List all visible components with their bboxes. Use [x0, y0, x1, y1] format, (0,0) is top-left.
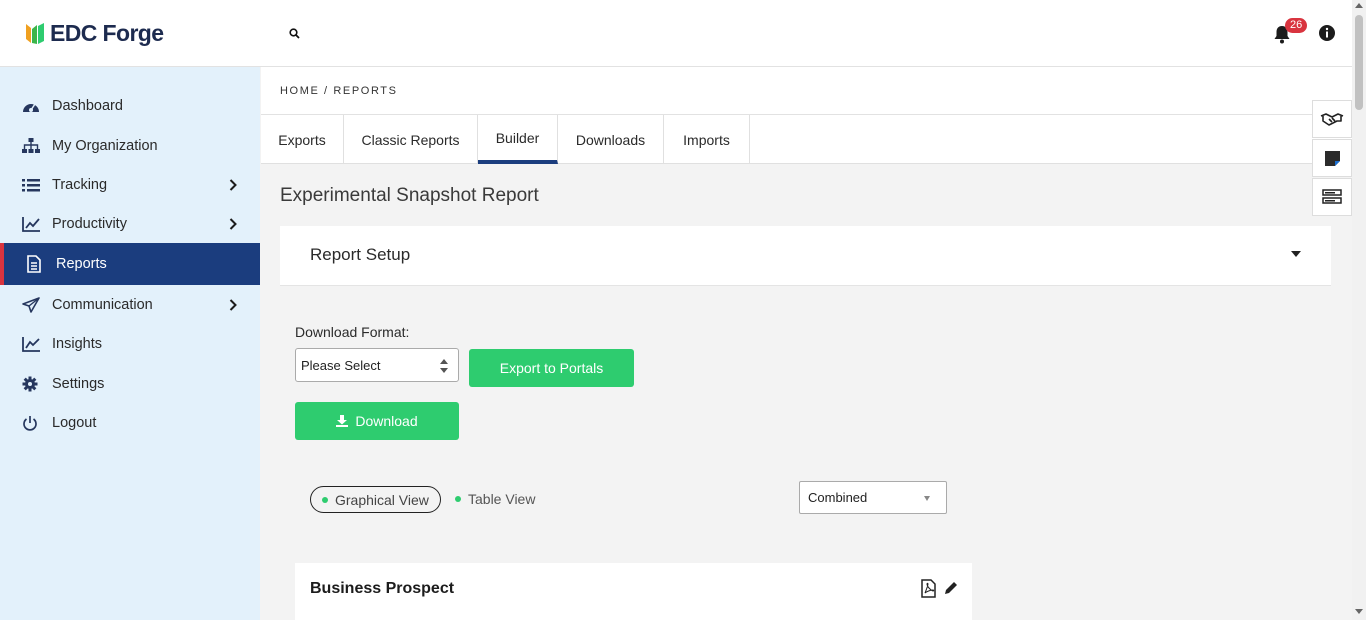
sidebar-item-dashboard[interactable]: Dashboard — [0, 86, 260, 126]
tab-classic-reports[interactable]: Classic Reports — [344, 115, 478, 164]
sort-arrows-icon — [440, 359, 448, 376]
document-icon — [26, 255, 44, 273]
export-to-portals-button[interactable]: Export to Portals — [469, 349, 634, 387]
dropdown-arrow-icon — [924, 496, 930, 501]
breadcrumb-bar: HOME / REPORTS — [261, 67, 1352, 115]
notification-count-badge: 26 — [1285, 18, 1308, 33]
status-dot — [455, 496, 461, 502]
combined-select-value: Combined — [808, 490, 868, 505]
card-title: Business Prospect — [310, 580, 455, 597]
download-format-value: Please Select — [301, 357, 381, 373]
business-prospect-card: Business Prospect — [295, 563, 972, 620]
download-format-label: Download Format: — [295, 324, 410, 340]
graphical-view-label: Graphical View — [335, 491, 429, 508]
table-view-toggle[interactable]: Table View — [455, 491, 535, 507]
list-icon — [22, 177, 40, 193]
paper-plane-icon — [22, 297, 40, 313]
page-scrollbar[interactable] — [1352, 0, 1366, 620]
chevron-right-icon — [229, 218, 237, 234]
table-view-label: Table View — [468, 491, 536, 507]
sidebar-item-label: Tracking — [52, 177, 108, 193]
gear-icon — [22, 376, 40, 392]
scroll-up-arrow-icon[interactable] — [1355, 3, 1363, 8]
sidebar-item-my-organization[interactable]: My Organization — [0, 126, 260, 166]
dashboard-icon — [22, 98, 40, 114]
server-button[interactable] — [1312, 178, 1352, 216]
sidebar-item-label: Dashboard — [52, 98, 123, 114]
pencil-icon[interactable] — [944, 581, 958, 600]
breadcrumb: HOME / REPORTS — [280, 85, 398, 97]
scroll-down-arrow-icon[interactable] — [1355, 609, 1363, 614]
tab-builder[interactable]: Builder — [478, 115, 558, 164]
sidebar-item-label: Communication — [52, 297, 153, 313]
tab-imports[interactable]: Imports — [664, 115, 750, 164]
sitemap-icon — [22, 138, 40, 154]
tab-exports[interactable]: Exports — [261, 115, 344, 164]
edc-logo-icon — [26, 22, 44, 44]
caret-down-icon[interactable] — [1291, 251, 1301, 257]
download-icon — [336, 415, 349, 427]
top-header: EDC Forge 26 — [0, 0, 1352, 67]
scrollbar-thumb[interactable] — [1355, 15, 1363, 110]
sidebar-item-label: My Organization — [52, 138, 158, 154]
sidebar-item-label: Settings — [52, 376, 105, 392]
combined-select[interactable]: Combined — [799, 481, 947, 514]
sidebar-item-label: Productivity — [52, 216, 127, 232]
status-dot — [322, 496, 328, 503]
power-icon — [22, 415, 40, 431]
download-format-select[interactable]: Please Select — [295, 348, 459, 382]
download-button-label: Download — [355, 413, 418, 429]
sidebar-item-label: Reports — [56, 256, 107, 272]
sticky-note-icon — [1324, 150, 1340, 166]
page-title: Experimental Snapshot Report — [280, 185, 539, 206]
download-button[interactable]: Download — [295, 402, 459, 440]
chart-area-icon — [22, 336, 40, 352]
sidebar-item-logout[interactable]: Logout — [0, 403, 260, 443]
sidebar-item-reports[interactable]: Reports — [0, 243, 260, 285]
app-logo[interactable]: EDC Forge — [24, 20, 164, 47]
sidebar-item-settings[interactable]: Settings — [0, 364, 260, 404]
search-icon[interactable] — [289, 26, 300, 44]
sidebar-item-label: Insights — [52, 336, 102, 352]
sidebar-item-tracking[interactable]: Tracking — [0, 165, 260, 205]
chart-line-icon — [22, 216, 40, 232]
handshake-button[interactable] — [1312, 100, 1352, 138]
report-setup-panel[interactable]: Report Setup — [280, 226, 1331, 286]
handshake-icon — [1320, 113, 1344, 126]
tab-downloads[interactable]: Downloads — [558, 115, 664, 164]
logo-text: EDC Forge — [50, 20, 164, 46]
chevron-right-icon — [229, 179, 237, 195]
sidebar: Dashboard My Organization Tracking Produ… — [0, 67, 260, 620]
chevron-right-icon — [229, 299, 237, 315]
server-icon — [1322, 189, 1342, 204]
sidebar-item-label: Logout — [52, 415, 97, 431]
sidebar-item-productivity[interactable]: Productivity — [0, 204, 260, 244]
sidebar-item-communication[interactable]: Communication — [0, 285, 260, 325]
pdf-icon[interactable] — [920, 579, 937, 603]
sidebar-item-insights[interactable]: Insights — [0, 324, 260, 364]
info-icon[interactable] — [1318, 24, 1336, 47]
report-setup-title: Report Setup — [310, 245, 411, 264]
report-tabs: Exports Classic Reports Builder Download… — [261, 115, 1352, 164]
sticky-note-button[interactable] — [1312, 139, 1352, 177]
graphical-view-toggle[interactable]: Graphical View — [310, 486, 441, 513]
